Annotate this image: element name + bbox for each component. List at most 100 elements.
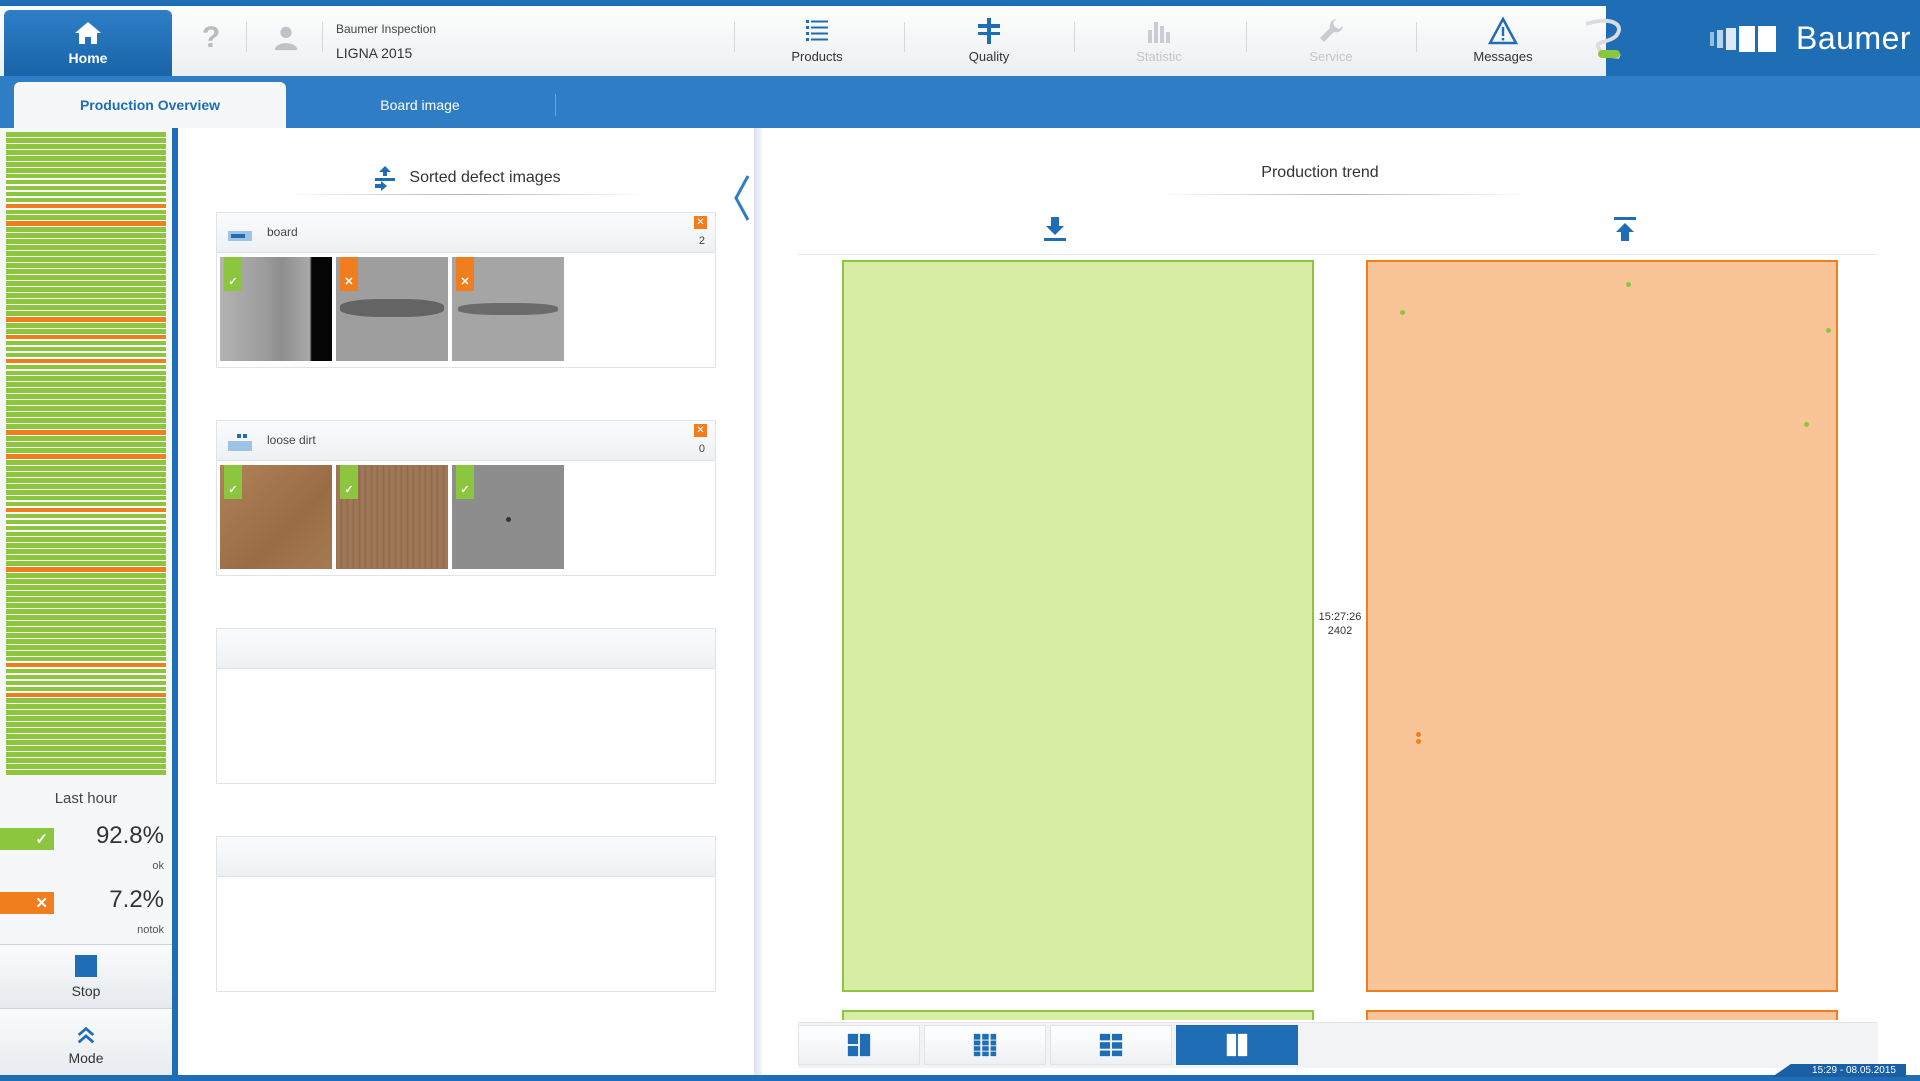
trend-timestamp: 15:27:26 2402 [1314, 610, 1366, 638]
status-line-ok [6, 680, 166, 686]
nav-quality[interactable]: Quality [934, 16, 1044, 72]
collapse-chevron-icon[interactable] [730, 168, 754, 228]
separator [1416, 22, 1417, 52]
separator [734, 22, 735, 52]
mode-button[interactable]: Mode [0, 1008, 172, 1081]
view-mode-split-button[interactable] [798, 1025, 920, 1065]
stop-button[interactable]: Stop [0, 944, 172, 1008]
scroll-to-start-icon[interactable] [1610, 214, 1640, 244]
tab-board-image[interactable]: Board image [300, 82, 540, 128]
sidebar: Last hour ✓ 92.8% ok ✕ 7.2% notok Stop M… [0, 128, 172, 1081]
trend-column-ok[interactable] [842, 260, 1314, 992]
status-line-ok [6, 209, 166, 215]
layout-grid-icon [1099, 1033, 1123, 1057]
status-line-ok [6, 245, 166, 251]
status-line-notok [6, 221, 166, 227]
card-header: loose dirt ✕ 0 [217, 421, 715, 461]
defect-card-board: board ✕ 2 ✓ ✕ ✕ [216, 212, 716, 368]
stop-icon [75, 954, 97, 977]
user-icon[interactable] [268, 20, 304, 56]
production-status-strip [6, 132, 166, 776]
status-line-ok [6, 143, 166, 149]
defect-card-empty [216, 628, 716, 784]
ok-percentage: 92.8% [95, 822, 164, 849]
status-line-ok [6, 710, 166, 716]
home-button[interactable]: Home [4, 10, 172, 76]
home-label: Home [68, 50, 108, 66]
status-line-ok [6, 555, 166, 561]
view-mode-grid-button[interactable] [1050, 1025, 1172, 1065]
status-clock: 15:29 - 08.05.2015 [1772, 1064, 1906, 1077]
status-line-ok [6, 227, 166, 233]
defect-thumbnail[interactable]: ✓ [336, 465, 448, 569]
defect-thumbnail[interactable]: ✕ [452, 257, 564, 361]
defect-marker [1626, 282, 1631, 287]
check-icon: ✓ [224, 257, 242, 291]
defect-marker [1400, 310, 1405, 315]
view-mode-two-columns-button[interactable] [1176, 1025, 1298, 1065]
status-line-ok [6, 501, 166, 507]
status-line-ok [6, 448, 166, 453]
status-line-notok [6, 358, 166, 364]
view-mode-columns-button[interactable] [924, 1025, 1046, 1065]
nav-label: Messages [1473, 49, 1533, 64]
layout-columns-icon [973, 1033, 997, 1057]
layout-two-columns-icon [1226, 1033, 1248, 1057]
status-line-ok [6, 340, 166, 346]
trend-column-notok[interactable] [1366, 260, 1838, 992]
status-line-notok [6, 662, 166, 668]
defect-thumbnail[interactable]: ✓ [452, 465, 564, 569]
status-line-ok [6, 155, 166, 161]
loose-dirt-icon [228, 434, 252, 451]
status-line-notok [6, 567, 166, 573]
separator [555, 94, 556, 116]
status-line-ok [6, 620, 166, 626]
status-line-ok [6, 638, 166, 644]
status-line-ok [6, 764, 166, 769]
status-line-ok [6, 132, 166, 137]
scroll-to-end-icon[interactable] [1040, 214, 1070, 244]
separator [1246, 22, 1247, 52]
nav-service[interactable]: Service [1276, 16, 1386, 72]
status-line-ok [6, 310, 166, 316]
defect-thumbnail[interactable]: ✕ [336, 257, 448, 361]
status-line-ok [6, 442, 166, 447]
nav-statistic[interactable]: Statistic [1104, 16, 1214, 72]
check-icon: ✓ [224, 465, 242, 499]
help-icon[interactable]: ? [196, 20, 226, 56]
status-line-ok [6, 424, 166, 429]
status-line-notok [6, 692, 166, 698]
close-icon[interactable]: ✕ [694, 424, 707, 437]
quality-icon [978, 18, 1000, 44]
status-line-ok [6, 298, 166, 304]
tab-production-overview[interactable]: Production Overview [14, 82, 286, 128]
status-line-ok [6, 626, 166, 632]
status-line-notok [6, 454, 166, 459]
status-line-ok [6, 269, 166, 274]
card-label: board [267, 225, 298, 239]
status-line-ok [6, 376, 166, 382]
defect-thumbnail[interactable]: ✓ [220, 257, 332, 361]
list-icon [806, 20, 828, 41]
nav-messages[interactable]: Messages [1448, 16, 1558, 72]
warning-icon [1488, 16, 1518, 45]
status-line-ok [6, 400, 166, 406]
trend-count: 2402 [1327, 625, 1353, 637]
status-line-ok [6, 573, 166, 578]
separator [322, 22, 323, 52]
status-line-ok [6, 513, 166, 519]
defect-marker [1826, 328, 1831, 333]
defect-marker [1804, 422, 1809, 427]
status-line-notok [6, 334, 166, 340]
defect-thumbnail[interactable]: ✓ [220, 465, 332, 569]
status-line-ok [6, 609, 166, 614]
status-line-ok [6, 275, 166, 280]
close-icon[interactable]: ✕ [694, 216, 707, 229]
status-line-ok [6, 465, 166, 471]
view-mode-bar [798, 1022, 1878, 1068]
status-line-ok [6, 597, 166, 602]
stop-label: Stop [71, 982, 101, 999]
status-line-ok [6, 281, 166, 286]
status-line-ok [6, 436, 166, 441]
nav-products[interactable]: Products [762, 16, 872, 72]
